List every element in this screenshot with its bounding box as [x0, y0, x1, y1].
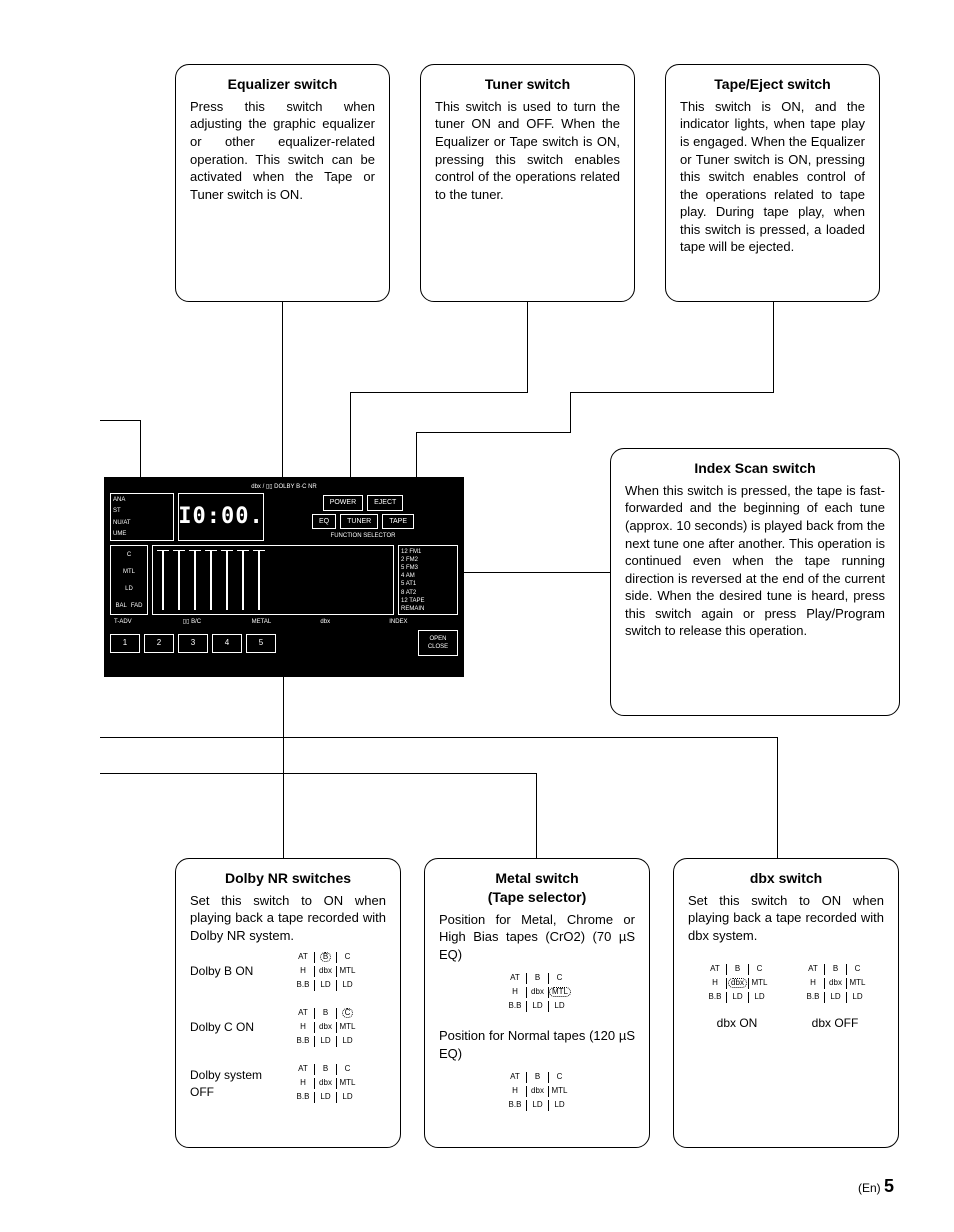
callout-title: Equalizer switch [190, 75, 375, 94]
device-panel: dbx / ▯▯ DOLBY B·C NR ANA ST NU/AT UME I… [104, 477, 464, 677]
label: FAD [131, 602, 143, 610]
callout-body: Position for Normal tapes (120 µS EQ) [439, 1027, 635, 1062]
callout-body: When this switch is pressed, the tape is… [625, 482, 885, 640]
callout-dolby-nr-switches: Dolby NR switches Set this switch to ON … [175, 858, 401, 1148]
selector-grid: ATBC HdbxMTL B.BLDLD [504, 971, 570, 1013]
callout-index-scan-switch: Index Scan switch When this switch is pr… [610, 448, 900, 716]
selector-grid: ATBC HdbxMTL B.BLDLD [292, 1063, 358, 1105]
dbx-on-block: ATBC HdbxMTL B.BLDLD dbx ON [704, 963, 770, 1031]
selector-grid: ATBC HdbxMTL B.BLDLD [504, 1071, 570, 1113]
selector-grid: ATBC HdbxMTL B.BLDLD [292, 1007, 358, 1049]
page-number: 5 [884, 1176, 894, 1196]
tape-button[interactable]: TAPE [382, 514, 414, 529]
leader-line [570, 392, 774, 393]
label: Dolby B ON [190, 963, 282, 979]
callout-body: Press this switch when adjusting the gra… [190, 98, 375, 203]
label: Dolby C ON [190, 1019, 282, 1035]
dolby-b-on-row: Dolby B ON ATBC HdbxMTL B.BLDLD [190, 951, 386, 993]
device-right-display: 12 FM1 2 FM2 5 FM3 4 AM 5 AT1 8 AT2 12 T… [398, 545, 458, 615]
device-left-panel: ANA ST NU/AT UME [110, 493, 174, 541]
leader-line [100, 737, 778, 738]
callout-subtitle: (Tape selector) [439, 888, 635, 907]
callout-body: This switch is used to turn the tuner ON… [435, 98, 620, 203]
callout-tape-eject-switch: Tape/Eject switch This switch is ON, and… [665, 64, 880, 302]
leader-line [536, 773, 537, 858]
selector-grid: ATBC HdbxMTL B.BLDLD [704, 963, 770, 1005]
language-label: (En) [858, 1181, 881, 1195]
power-button[interactable]: POWER [323, 495, 363, 510]
device-preset-buttons: 1 2 3 4 5 [110, 634, 414, 653]
label: INDEX [389, 618, 454, 626]
device-clock: I0:00. [178, 493, 264, 541]
preset-1-button[interactable]: 1 [110, 634, 140, 653]
leader-line [462, 572, 611, 573]
label: BAL [115, 602, 126, 610]
label: ANA [113, 496, 171, 504]
preset-4-button[interactable]: 4 [212, 634, 242, 653]
callout-body: Set this switch to ON when playing back … [190, 892, 386, 945]
callout-title: dbx switch [688, 869, 884, 888]
eq-button[interactable]: EQ [312, 514, 336, 529]
label: ST [113, 507, 171, 515]
device-equalizer[interactable] [152, 545, 394, 615]
label: C [127, 551, 131, 559]
label: dbx [320, 618, 385, 626]
leader-line [350, 392, 528, 393]
label: METAL [252, 618, 317, 626]
selector-grid: ATBC HdbxMTL B.BLDLD [292, 951, 358, 993]
callout-title: Tuner switch [435, 75, 620, 94]
callout-body: Set this switch to ON when playing back … [688, 892, 884, 945]
leader-line [283, 677, 284, 858]
leader-line [777, 737, 778, 858]
callout-title: Index Scan switch [625, 459, 885, 478]
device-function-buttons: POWER EJECT EQ TUNER TAPE FUNCTION SELEC… [268, 493, 458, 541]
callout-metal-switch: Metal switch (Tape selector) Position fo… [424, 858, 650, 1148]
callout-body: This switch is ON, and the indicator lig… [680, 98, 865, 256]
preset-5-button[interactable]: 5 [246, 634, 276, 653]
label: T-ADV [114, 618, 179, 626]
device-top-label: dbx / ▯▯ DOLBY B·C NR [110, 483, 458, 491]
eject-button[interactable]: EJECT [367, 495, 403, 510]
label: UME [113, 530, 171, 538]
label: ▯▯ B/C [183, 618, 248, 626]
tuner-button[interactable]: TUNER [340, 514, 378, 529]
selector-grid: ATBC HdbxMTL B.BLDLD [802, 963, 868, 1005]
metal-position-grid: ATBC HdbxMTL B.BLDLD [439, 971, 635, 1013]
leader-line [416, 432, 571, 433]
label: dbx ON [704, 1015, 770, 1031]
open-close-button[interactable]: OPEN CLOSE [418, 630, 458, 656]
label: dbx OFF [802, 1015, 868, 1031]
leader-line [570, 392, 571, 432]
leader-line [527, 302, 528, 392]
callout-body: Position for Metal, Chrome or High Bias … [439, 911, 635, 964]
preset-2-button[interactable]: 2 [144, 634, 174, 653]
callout-equalizer-switch: Equalizer switch Press this switch when … [175, 64, 390, 302]
dolby-off-row: Dolby system OFF ATBC HdbxMTL B.BLDLD [190, 1063, 386, 1105]
preset-3-button[interactable]: 3 [178, 634, 208, 653]
device-slider-column: C MTL LD BAL FAD [110, 545, 148, 615]
dolby-c-on-row: Dolby C ON ATBC HdbxMTL B.BLDLD [190, 1007, 386, 1049]
callout-title: Tape/Eject switch [680, 75, 865, 94]
label: NU/AT [113, 519, 171, 527]
callout-title: Metal switch [439, 869, 635, 888]
dbx-off-block: ATBC HdbxMTL B.BLDLD dbx OFF [802, 963, 868, 1031]
page-footer: (En) 5 [858, 1174, 894, 1198]
label: LD [125, 585, 133, 593]
leader-line [100, 773, 537, 774]
leader-line [100, 420, 140, 421]
leader-line [773, 302, 774, 392]
callout-tuner-switch: Tuner switch This switch is used to turn… [420, 64, 635, 302]
label: Dolby system OFF [190, 1067, 282, 1099]
callout-title: Dolby NR switches [190, 869, 386, 888]
normal-position-grid: ATBC HdbxMTL B.BLDLD [439, 1071, 635, 1113]
label: MTL [123, 568, 135, 576]
callout-dbx-switch: dbx switch Set this switch to ON when pl… [673, 858, 899, 1148]
function-selector-label: FUNCTION SELECTOR [268, 532, 458, 540]
